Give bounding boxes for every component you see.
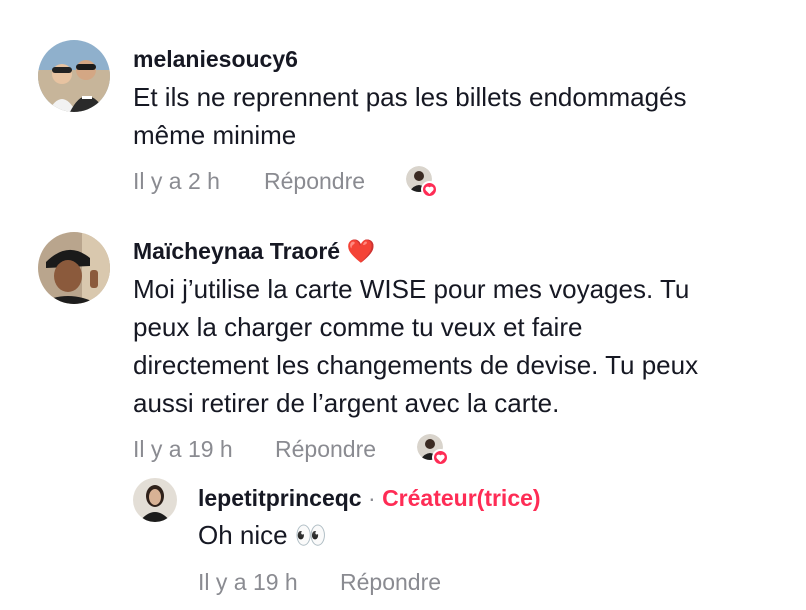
comment-timestamp: Il y a 2 h <box>133 168 220 194</box>
heart-icon <box>421 181 438 198</box>
avatar[interactable] <box>38 40 110 112</box>
reply-username[interactable]: lepetitprinceqc <box>198 485 362 511</box>
comment-text-line: directement les changements de devise. T… <box>133 350 699 380</box>
comment-username[interactable]: melaniesoucy6 <box>133 46 298 73</box>
avatar[interactable] <box>38 232 110 304</box>
liked-by-creator-icon <box>406 166 438 198</box>
reply-button[interactable]: Répondre <box>340 569 441 596</box>
creator-avatar[interactable] <box>133 478 177 522</box>
liked-by-creator-icon <box>417 434 449 466</box>
comment-text-line: même minime <box>133 120 297 150</box>
reply-text: Oh nice 👀 <box>198 516 327 554</box>
comment-text-line: Et ils ne reprennent pas les billets end… <box>133 82 687 112</box>
comment-username[interactable]: Maïcheynaa Traoré ❤️ <box>133 238 375 265</box>
comment-text-line: peux la charger comme tu veux et faire <box>133 312 583 342</box>
reply-timestamp: Il y a 19 h <box>198 569 298 595</box>
comment-text-line: aussi retirer de l’argent avec la carte. <box>133 388 560 418</box>
separator: · <box>368 485 376 511</box>
heart-emoji-icon: ❤️ <box>346 238 376 264</box>
comment-username-text: Maïcheynaa Traoré <box>133 238 341 264</box>
comment-text-line: Moi j’utilise la carte WISE pour mes voy… <box>133 274 690 304</box>
creator-badge: Créateur(trice) <box>382 485 541 511</box>
reply-button[interactable]: Répondre <box>264 168 365 195</box>
eyes-emoji-icon: 👀 <box>294 520 328 550</box>
reply-text-content: Oh nice <box>198 520 288 550</box>
reply-button[interactable]: Répondre <box>275 436 376 463</box>
reply-header: lepetitprinceqc · Créateur(trice) <box>198 485 541 512</box>
heart-icon <box>432 449 449 466</box>
comment-timestamp: Il y a 19 h <box>133 436 233 462</box>
